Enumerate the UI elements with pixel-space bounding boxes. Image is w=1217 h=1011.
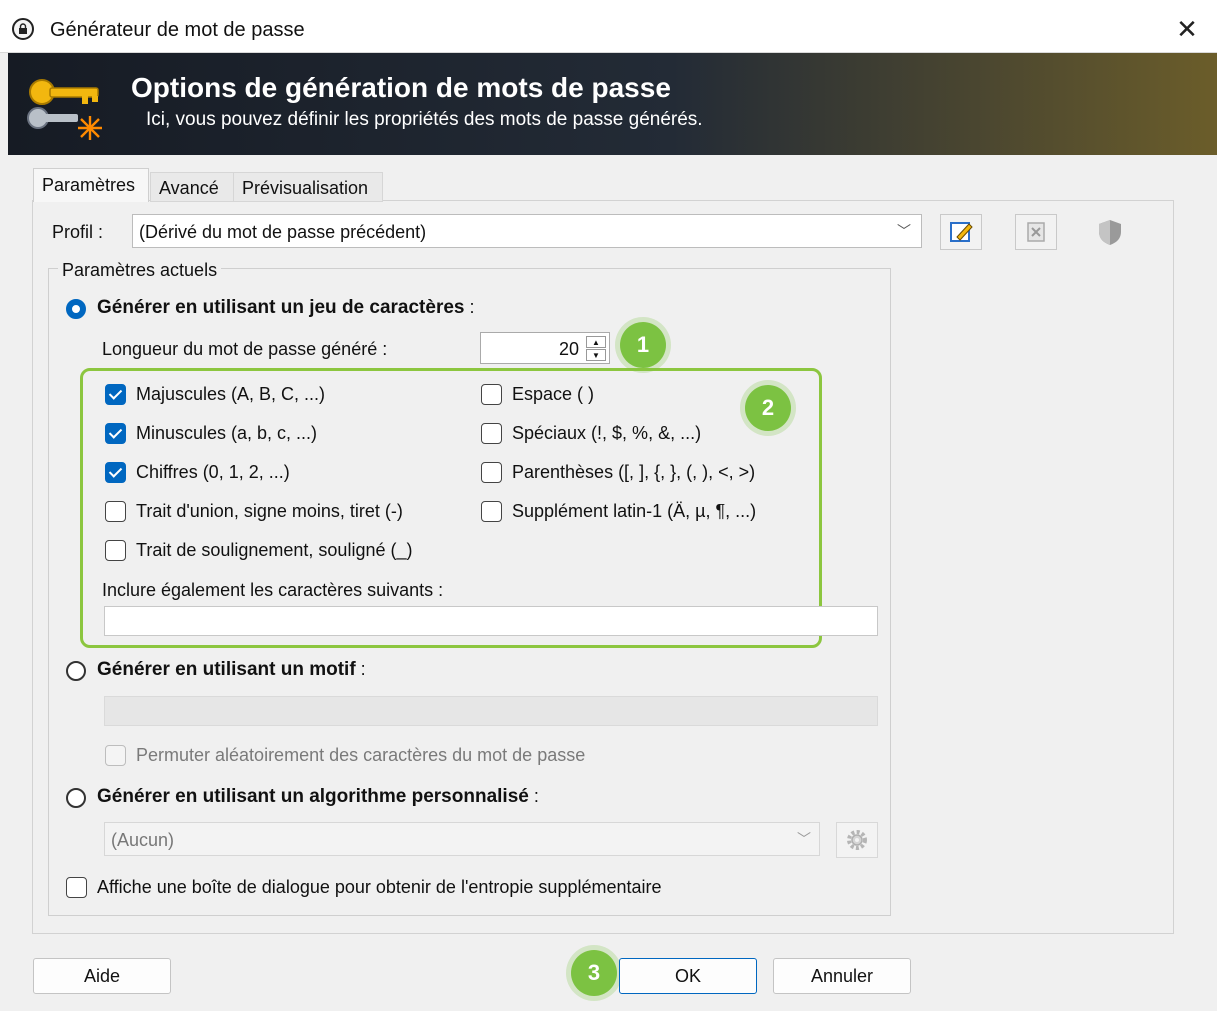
algorithm-settings-button[interactable] <box>836 822 878 858</box>
keys-icon <box>24 66 114 146</box>
gear-icon <box>847 830 867 850</box>
lowercase-checkbox[interactable] <box>105 423 126 444</box>
length-value: 20 <box>558 339 579 359</box>
annotation-badge-3: 3 <box>571 950 617 996</box>
hyphen-checkbox[interactable] <box>105 501 126 522</box>
pattern-mode-label[interactable]: Générer en utilisant un motif : <box>97 659 366 681</box>
annotation-badge-2: 2 <box>745 385 791 431</box>
edit-profile-button[interactable] <box>940 214 982 250</box>
include-chars-input[interactable] <box>104 606 878 636</box>
tab-previsualisation[interactable]: Prévisualisation <box>233 172 383 202</box>
digits-label: Chiffres (0, 1, 2, ...) <box>136 462 290 482</box>
tab-parametres[interactable]: Paramètres <box>33 168 149 202</box>
window-title: Générateur de mot de passe <box>50 19 305 41</box>
delete-profile-button[interactable] <box>1015 214 1057 250</box>
annotation-badge-1: 1 <box>620 322 666 368</box>
close-button[interactable]: ✕ <box>1168 12 1206 46</box>
shield-icon <box>1099 220 1121 245</box>
length-label: Longueur du mot de passe généré : <box>102 339 388 359</box>
algorithm-value: (Aucun) <box>111 830 175 850</box>
underscore-label: Trait de soulignement, souligné (_) <box>136 540 413 560</box>
hyphen-label: Trait d'union, signe moins, tiret (-) <box>136 501 403 521</box>
profile-label: Profil : <box>52 222 104 242</box>
length-spinner[interactable]: 20 ▲ ▼ <box>480 332 610 364</box>
uppercase-label: Majuscules (A, B, C, ...) <box>136 384 326 404</box>
entropy-checkbox[interactable] <box>66 877 87 898</box>
algorithm-mode-radio[interactable] <box>66 788 86 808</box>
chevron-down-icon: ﹀ <box>897 223 911 239</box>
pattern-input[interactable] <box>104 696 878 726</box>
edit-profile-icon <box>950 222 973 242</box>
ok-button[interactable]: OK <box>619 958 757 994</box>
uppercase-checkbox[interactable] <box>105 384 126 405</box>
chevron-down-icon: ﹀ <box>797 831 811 847</box>
brackets-checkbox[interactable] <box>481 462 502 483</box>
special-label: Spéciaux (!, $, %, &, ...) <box>512 423 702 443</box>
banner-subtitle: Ici, vous pouvez définir les propriétés … <box>146 109 703 130</box>
latin1-checkbox[interactable] <box>481 501 502 522</box>
delete-profile-icon <box>1027 222 1045 242</box>
digits-checkbox[interactable] <box>105 462 126 483</box>
entropy-label: Affiche une boîte de dialogue pour obten… <box>97 877 662 897</box>
lock-app-icon <box>12 18 34 40</box>
space-checkbox[interactable] <box>481 384 502 405</box>
lowercase-label: Minuscules (a, b, c, ...) <box>136 423 318 443</box>
profile-select[interactable]: (Dérivé du mot de passe précédent) ﹀ <box>132 214 922 248</box>
latin1-label: Supplément latin-1 (Ä, µ, ¶, ...) <box>512 501 757 521</box>
profile-value: (Dérivé du mot de passe précédent) <box>139 222 427 242</box>
shuffle-label: Permuter aléatoirement des caractères du… <box>136 745 586 765</box>
shuffle-checkbox[interactable] <box>105 745 126 766</box>
shield-button[interactable] <box>1089 214 1131 250</box>
algorithm-mode-label[interactable]: Générer en utilisant un algorithme perso… <box>97 786 539 808</box>
cancel-button[interactable]: Annuler <box>773 958 911 994</box>
underscore-checkbox[interactable] <box>105 540 126 561</box>
spin-up-button[interactable]: ▲ <box>586 336 606 348</box>
pattern-mode-radio[interactable] <box>66 661 86 681</box>
charset-mode-radio[interactable] <box>66 299 86 319</box>
special-checkbox[interactable] <box>481 423 502 444</box>
help-button[interactable]: Aide <box>33 958 171 994</box>
algorithm-select[interactable]: (Aucun) ﹀ <box>104 822 820 856</box>
banner-title: Options de génération de mots de passe <box>131 72 671 103</box>
space-label: Espace ( ) <box>512 384 595 404</box>
header-banner <box>8 53 1217 155</box>
spin-down-button[interactable]: ▼ <box>586 349 606 361</box>
brackets-label: Parenthèses ([, ], {, }, (, ), <, >) <box>512 462 756 482</box>
group-legend: Paramètres actuels <box>58 260 222 281</box>
charset-mode-label[interactable]: Générer en utilisant un jeu de caractère… <box>97 297 475 319</box>
tab-avance[interactable]: Avancé <box>150 172 234 202</box>
include-label: Inclure également les caractères suivant… <box>102 580 444 600</box>
